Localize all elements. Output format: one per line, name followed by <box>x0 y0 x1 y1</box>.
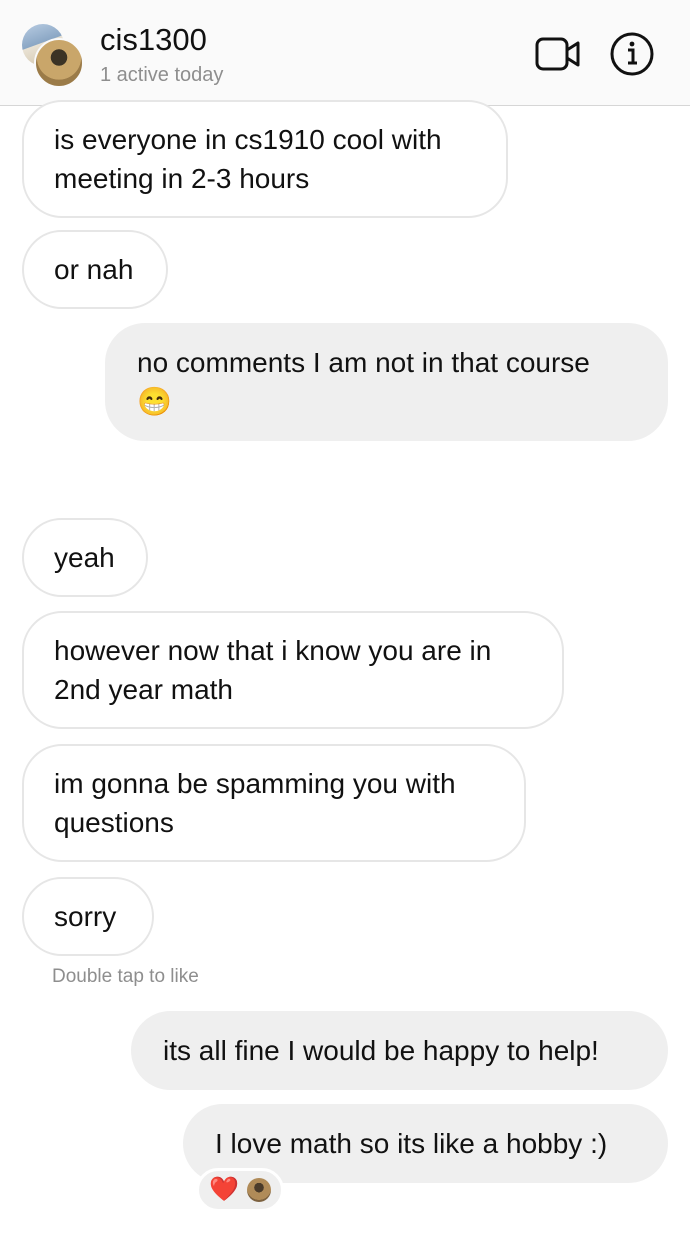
message-text: no comments I am not in that course <box>137 347 590 378</box>
message-text: yeah <box>54 542 115 573</box>
message-bubble-incoming[interactable]: is everyone in cs1910 cool with meeting … <box>22 100 508 218</box>
message-bubble-outgoing[interactable]: its all fine I would be happy to help! <box>131 1011 668 1090</box>
message-text: its all fine I would be happy to help! <box>163 1035 599 1066</box>
avatar-front <box>34 38 84 88</box>
reactor-avatar <box>246 1178 271 1202</box>
message-bubble-outgoing[interactable]: no comments I am not in that course 😁 <box>105 323 668 441</box>
group-avatar[interactable] <box>22 24 84 88</box>
message-bubble-incoming[interactable]: or nah <box>22 230 168 309</box>
heart-icon: ❤️ <box>209 1176 239 1203</box>
message-text: I love math so its like a hobby :) <box>215 1128 608 1159</box>
message-bubble-incoming[interactable]: yeah <box>22 518 148 597</box>
chat-header: cis1300 1 active today <box>0 0 690 106</box>
reaction-pill[interactable]: ❤️ <box>196 1168 284 1212</box>
activity-status: 1 active today <box>100 64 224 86</box>
message-text: sorry <box>54 901 117 932</box>
message-text: however now that i know you are in 2nd y… <box>54 635 492 705</box>
grinning-emoji: 😁 <box>137 386 172 417</box>
double-tap-hint: Double tap to like <box>52 966 199 987</box>
chat-title[interactable]: cis1300 <box>100 22 207 58</box>
message-text: im gonna be spamming you with questions <box>54 768 456 838</box>
message-bubble-incoming[interactable]: sorry <box>22 877 154 956</box>
message-text: is everyone in cs1910 cool with meeting … <box>54 124 442 194</box>
message-bubble-incoming[interactable]: however now that i know you are in 2nd y… <box>22 611 564 729</box>
video-camera-icon[interactable] <box>534 30 582 78</box>
info-icon[interactable] <box>608 30 656 78</box>
message-bubble-incoming[interactable]: im gonna be spamming you with questions <box>22 744 526 862</box>
message-text: or nah <box>54 254 134 285</box>
faded-timestamp <box>52 482 58 503</box>
